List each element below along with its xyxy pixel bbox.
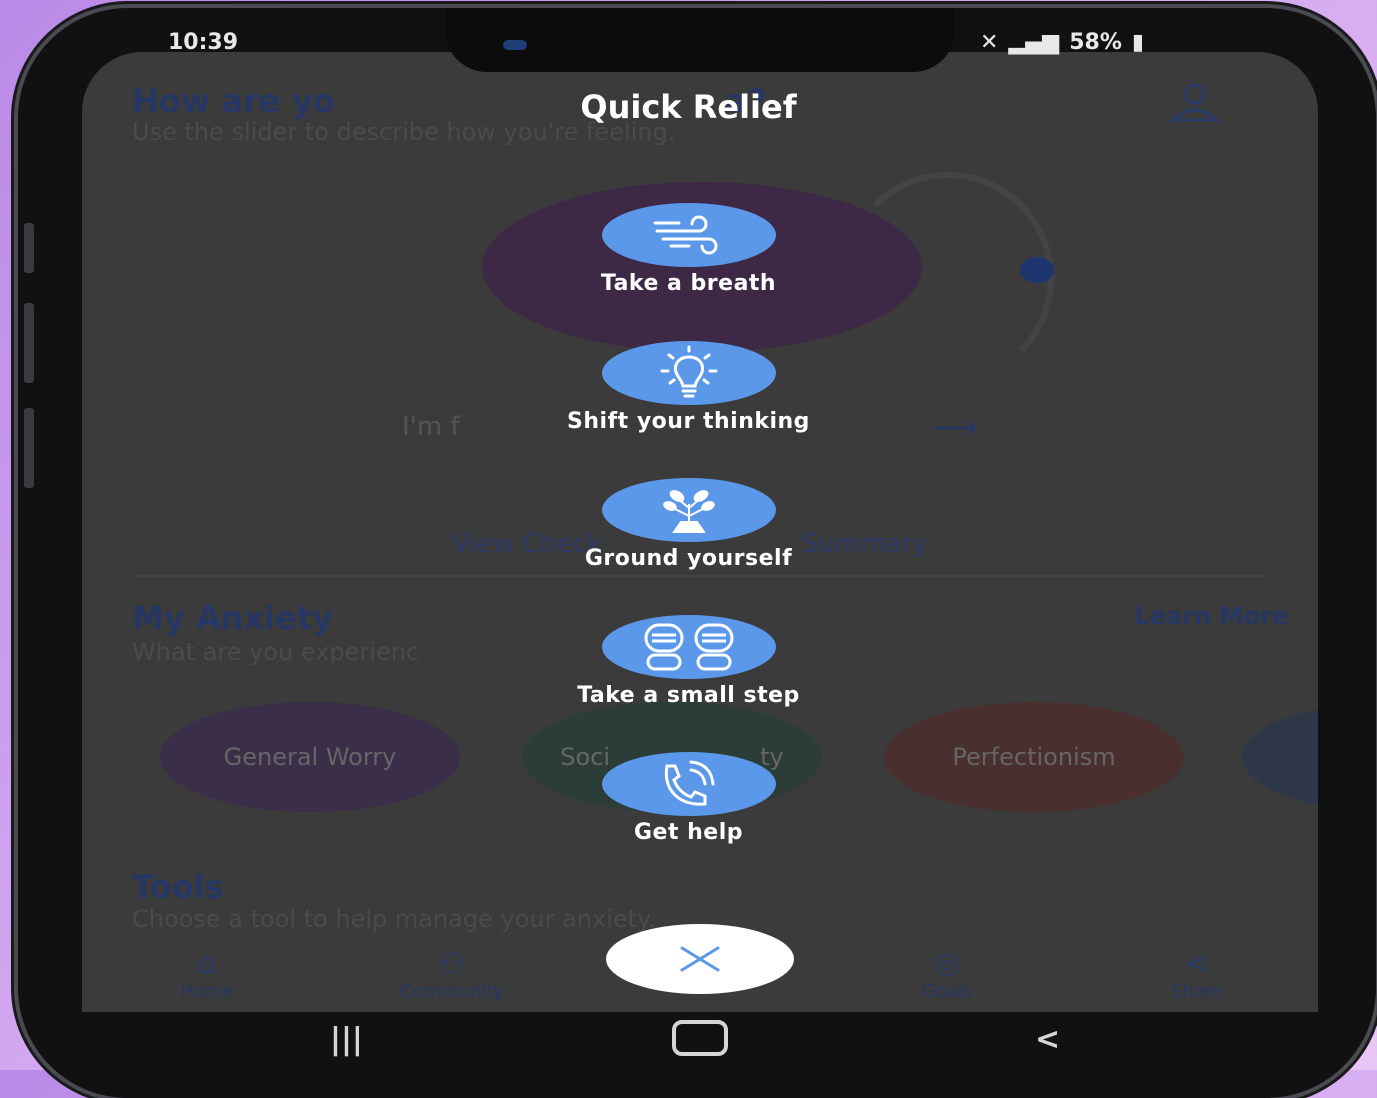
share-icon: ⋖ xyxy=(1184,946,1210,981)
target-icon: ◎ xyxy=(933,946,961,981)
get-help-button[interactable] xyxy=(601,752,776,816)
thinking-button[interactable] xyxy=(601,341,776,405)
phone-icon xyxy=(664,760,714,806)
recent-apps-icon[interactable]: ||| xyxy=(330,1022,363,1057)
status-icons: ✕ ▂▄▆ 58% ▮ xyxy=(980,30,1144,55)
action-take-a-breath[interactable]: Take a breath xyxy=(0,203,1377,296)
action-label: Shift your thinking xyxy=(567,409,810,434)
home-nav-icon[interactable] xyxy=(672,1020,728,1064)
system-nav-bar: ||| < xyxy=(0,1012,1377,1070)
action-get-help[interactable]: Get help xyxy=(0,752,1377,845)
battery-text: 58% xyxy=(1069,30,1122,55)
status-time: 10:39 xyxy=(168,30,239,55)
action-label: Get help xyxy=(633,820,744,845)
tools-heading: Tools xyxy=(132,868,224,906)
close-button[interactable] xyxy=(606,924,794,994)
tools-subtitle: Choose a tool to help manage your anxiet… xyxy=(132,905,656,933)
lightbulb-icon xyxy=(660,345,717,398)
small-step-button[interactable] xyxy=(601,615,776,679)
action-label: Ground yourself xyxy=(584,546,793,571)
plant-icon xyxy=(662,490,715,533)
tab-goals[interactable]: ◎ Goals xyxy=(877,946,1017,1002)
tab-home[interactable]: ⌂ Home xyxy=(137,946,277,1002)
signal-icon: ▂▄▆ xyxy=(1008,30,1060,55)
tab-share[interactable]: ⋖ Share xyxy=(1127,946,1267,1002)
mute-icon: ✕ xyxy=(980,30,999,55)
quick-relief-title: Quick Relief xyxy=(580,88,797,126)
home-icon: ⌂ xyxy=(197,946,217,981)
wind-icon xyxy=(653,215,717,255)
action-label: Take a breath xyxy=(600,271,777,296)
status-bar: 10:39 ✕ ▂▄▆ 58% ▮ xyxy=(0,30,1377,60)
back-icon[interactable]: < xyxy=(1035,1022,1060,1057)
battery-icon: ▮ xyxy=(1131,30,1144,55)
divider xyxy=(132,575,1268,577)
close-icon xyxy=(680,946,720,972)
community-icon: ⚇ xyxy=(438,946,466,981)
footprints-icon xyxy=(644,623,733,671)
ground-button[interactable] xyxy=(601,478,776,542)
action-label: Take a small step xyxy=(577,683,800,708)
breath-button[interactable] xyxy=(601,203,776,267)
action-take-a-small-step[interactable]: Take a small step xyxy=(0,615,1377,708)
tab-community[interactable]: ⚇ Community xyxy=(382,946,522,1002)
action-shift-your-thinking[interactable]: Shift your thinking xyxy=(0,341,1377,434)
action-ground-yourself[interactable]: Ground yourself xyxy=(0,478,1377,571)
